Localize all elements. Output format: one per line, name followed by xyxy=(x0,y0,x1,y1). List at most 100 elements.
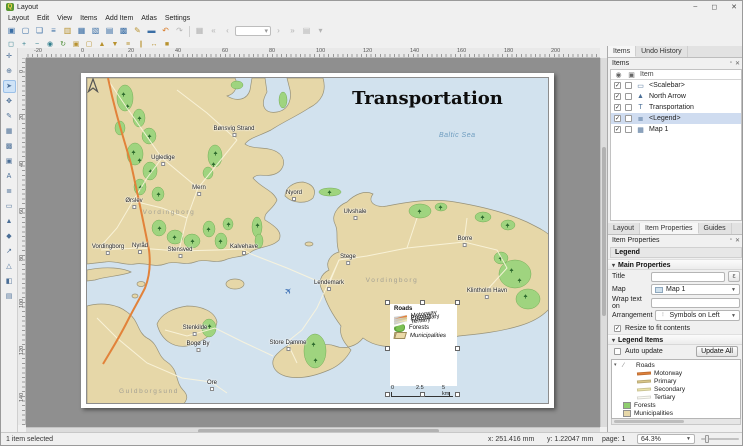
add-3d-map-icon[interactable]: ▩ xyxy=(3,140,16,153)
north-arrow-item[interactable] xyxy=(87,78,99,93)
legend-tree-row[interactable]: Municipalities xyxy=(614,409,738,417)
vertical-scrollbar[interactable] xyxy=(600,58,607,427)
add-items-from-template-icon[interactable]: ▧ xyxy=(89,25,102,38)
panel-tab[interactable]: Items xyxy=(608,46,636,57)
selection-handle[interactable] xyxy=(455,392,460,397)
lock-checkbox[interactable] xyxy=(625,104,632,111)
menu-item[interactable]: Settings xyxy=(161,14,194,23)
panel-tab[interactable]: Item Properties xyxy=(640,223,698,234)
layout-canvas[interactable]: Transportation Baltic Sea VordingborgVor… xyxy=(26,58,600,427)
lock-checkbox[interactable] xyxy=(625,126,632,133)
legend-item[interactable]: Roads Motorway Primary xyxy=(390,304,457,386)
zoom-slider-handle[interactable] xyxy=(705,435,709,443)
legend-tree-row[interactable]: Primary xyxy=(614,377,738,385)
resize-fit-checkbox[interactable]: ✓ xyxy=(614,325,621,332)
lock-checkbox[interactable] xyxy=(625,115,632,122)
selection-handle[interactable] xyxy=(455,346,460,351)
selection-handle[interactable] xyxy=(420,300,425,305)
update-all-button[interactable]: Update All xyxy=(696,346,738,357)
save-as-template-icon[interactable]: ▦ xyxy=(75,25,88,38)
atlas-next-feature-icon[interactable]: › xyxy=(272,25,285,38)
visibility-checkbox[interactable]: ✓ xyxy=(614,93,621,100)
close-panel-icon[interactable]: ✕ xyxy=(735,60,740,67)
zoom-slider[interactable] xyxy=(701,438,739,440)
layout-item-row[interactable]: ✓ ▲ North Arrow xyxy=(611,91,741,102)
zoom-level-combo[interactable]: 64.3% ▼ xyxy=(637,434,695,444)
arrangement-select[interactable]: ⦙ Symbols on Left ▼ xyxy=(655,310,740,321)
export-as-svg-icon[interactable]: ✎ xyxy=(131,25,144,38)
add-label-icon[interactable]: A xyxy=(3,170,16,183)
menu-item[interactable]: Items xyxy=(76,14,101,23)
add-map-icon[interactable]: ▦ xyxy=(3,125,16,138)
main-properties-section[interactable]: ▾Main Properties xyxy=(608,259,743,270)
lock-checkbox[interactable] xyxy=(625,82,632,89)
save-project-icon[interactable]: ▣ xyxy=(5,25,18,38)
legend-tree-row[interactable]: Secondary xyxy=(614,385,738,393)
auto-update-checkbox[interactable] xyxy=(614,348,621,355)
add-arrow-icon[interactable]: ↗ xyxy=(3,245,16,258)
redo-icon[interactable]: ↷ xyxy=(173,25,186,38)
visibility-checkbox[interactable]: ✓ xyxy=(614,126,621,133)
add-legend-icon[interactable]: ≣ xyxy=(3,185,16,198)
legend-tree-row[interactable]: Forests xyxy=(614,401,738,409)
open-template-icon[interactable]: ▥ xyxy=(61,25,74,38)
add-north-arrow-icon[interactable]: ▲ xyxy=(3,215,16,228)
panel-tab[interactable]: Guides xyxy=(699,223,732,234)
float-panel-icon[interactable]: ▫ xyxy=(730,237,732,244)
legend-tree-row[interactable]: Motorway xyxy=(614,369,738,377)
tree-horizontal-scrollbar[interactable] xyxy=(611,419,741,425)
layout-item-row[interactable]: ✓ T Transportation xyxy=(611,102,741,113)
panel-tab[interactable]: Layout xyxy=(608,223,640,234)
export-as-pdf-icon[interactable]: ▬ xyxy=(145,25,158,38)
visibility-checkbox[interactable]: ✓ xyxy=(614,82,621,89)
add-scalebar-icon[interactable]: ▭ xyxy=(3,200,16,213)
visibility-checkbox[interactable]: ✓ xyxy=(614,104,621,111)
edit-nodes-item-icon[interactable]: ✎ xyxy=(3,110,16,123)
legend-items-section[interactable]: ▾Legend Items xyxy=(608,334,743,345)
selection-handle[interactable] xyxy=(385,300,390,305)
add-picture-icon[interactable]: ▣ xyxy=(3,155,16,168)
layout-page[interactable]: Transportation Baltic Sea VordingborgVor… xyxy=(81,73,554,408)
add-shape-icon[interactable]: ◆ xyxy=(3,230,16,243)
atlas-settings-icon[interactable]: ▾ xyxy=(314,25,327,38)
lock-checkbox[interactable] xyxy=(625,93,632,100)
close-panel-icon[interactable]: ✕ xyxy=(735,237,740,244)
float-panel-icon[interactable]: ▫ xyxy=(730,60,732,67)
map-title-label[interactable]: Transportation xyxy=(335,88,520,109)
menu-item[interactable]: Layout xyxy=(4,14,33,23)
selection-handle[interactable] xyxy=(385,392,390,397)
menu-item[interactable]: Add Item xyxy=(101,14,137,23)
layout-manager-icon[interactable]: ≡ xyxy=(47,25,60,38)
wrap-text-input[interactable] xyxy=(651,298,740,308)
maximize-button[interactable]: ◻ xyxy=(711,3,717,11)
atlas-feature-combo[interactable]: ▾ xyxy=(235,26,271,36)
expand-arrow-icon[interactable]: ▾ xyxy=(614,362,620,368)
data-defined-override-button[interactable]: ε xyxy=(728,271,740,282)
pan-layout-icon[interactable]: ✛ xyxy=(3,50,16,63)
add-attribute-table-icon[interactable]: ▤ xyxy=(3,290,16,303)
duplicate-layout-icon[interactable]: ❏ xyxy=(33,25,46,38)
layout-item-row[interactable]: ✓ ▭ <Scalebar> xyxy=(611,80,741,91)
menu-item[interactable]: View xyxy=(53,14,76,23)
legend-tree-row[interactable]: ▾ ∕ Roads xyxy=(614,361,738,369)
layout-item-row[interactable]: ✓ ≣ <Legend> xyxy=(611,113,741,124)
atlas-preview-icon[interactable]: ▦ xyxy=(193,25,206,38)
selection-handle[interactable] xyxy=(455,300,460,305)
atlas-last-feature-icon[interactable]: » xyxy=(286,25,299,38)
map-select[interactable]: Map 1 ▼ xyxy=(651,284,740,295)
zoom-tool-icon[interactable]: ⊕ xyxy=(3,65,16,78)
move-item-content-icon[interactable]: ✥ xyxy=(3,95,16,108)
map-item[interactable]: Transportation Baltic Sea VordingborgVor… xyxy=(86,77,549,404)
print-layout-icon[interactable]: ▤ xyxy=(103,25,116,38)
export-as-image-icon[interactable]: ▩ xyxy=(117,25,130,38)
select-move-item-icon[interactable]: ➤ xyxy=(3,80,16,93)
panel-tab[interactable]: Undo History xyxy=(636,46,687,57)
atlas-print-icon[interactable]: ▤ xyxy=(300,25,313,38)
layout-item-row[interactable]: ✓ ▦ Map 1 xyxy=(611,124,741,135)
new-layout-icon[interactable]: ▢ xyxy=(19,25,32,38)
atlas-previous-feature-icon[interactable]: ‹ xyxy=(221,25,234,38)
menu-item[interactable]: Edit xyxy=(33,14,53,23)
minimize-button[interactable]: – xyxy=(693,3,697,11)
selection-handle[interactable] xyxy=(420,392,425,397)
selection-handle[interactable] xyxy=(385,346,390,351)
